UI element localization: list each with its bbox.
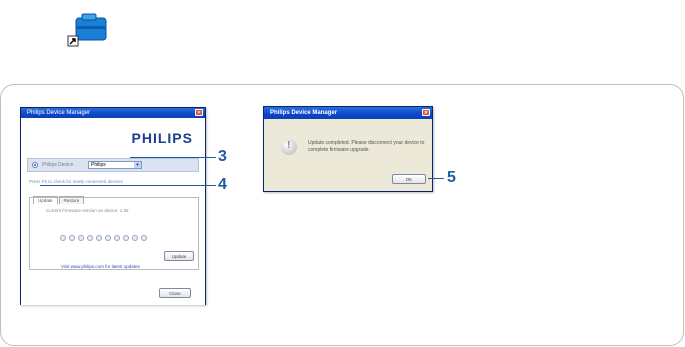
refresh-hint: Press F5 to check for newly connected de…	[29, 179, 123, 184]
update-tab-panel: Current Firmware version on device: 1.58…	[29, 197, 199, 270]
device-row: Philips Device Philips ▼	[27, 158, 199, 172]
callout-5: 5	[447, 169, 456, 186]
update-complete-dialog: Philips Device Manager ✕ Update complete…	[263, 106, 433, 192]
progress-dot	[132, 235, 138, 241]
window-title: Philips Device Manager	[27, 110, 91, 116]
exclamation-info-icon	[281, 139, 297, 155]
ok-button[interactable]: OK	[392, 174, 426, 184]
title-bar: Philips Device Manager ✕	[21, 108, 205, 118]
device-manager-window: Philips Device Manager ✕ PHILIPS Philips…	[20, 107, 206, 305]
progress-dot	[141, 235, 147, 241]
dialog-message: Update completed. Please disconnect your…	[308, 140, 425, 153]
progress-indicators	[60, 228, 150, 246]
device-manager-shortcut-icon[interactable]	[60, 12, 110, 50]
progress-dot	[123, 235, 129, 241]
device-select-value: Philips	[91, 162, 106, 168]
callout-line-4	[40, 185, 216, 186]
close-icon[interactable]: ✕	[195, 109, 203, 116]
callout-3: 3	[218, 148, 227, 165]
philips-website-link[interactable]: Visit www.philips.com for latest updates	[61, 264, 140, 269]
dialog-title-bar: Philips Device Manager ✕	[264, 107, 432, 119]
callout-4: 4	[218, 176, 227, 193]
callout-line-5	[428, 178, 444, 179]
brand-logo: PHILIPS	[131, 130, 193, 146]
chevron-down-icon[interactable]: ▼	[134, 162, 141, 168]
dialog-title: Philips Device Manager	[270, 110, 338, 116]
close-icon[interactable]: ✕	[422, 109, 430, 116]
progress-dot	[87, 235, 93, 241]
update-button[interactable]: Update	[164, 251, 194, 261]
device-radio[interactable]	[32, 162, 38, 168]
close-button[interactable]: Close	[159, 288, 191, 298]
device-select[interactable]: Philips ▼	[88, 161, 142, 169]
progress-dot	[69, 235, 75, 241]
progress-dot	[114, 235, 120, 241]
progress-dot	[78, 235, 84, 241]
progress-dot	[105, 235, 111, 241]
progress-dot	[96, 235, 102, 241]
window-body: PHILIPS Philips Device Philips ▼ Press F…	[21, 118, 205, 305]
device-label: Philips Device	[42, 162, 74, 168]
progress-dot	[60, 235, 66, 241]
callout-line-3	[130, 157, 216, 158]
firmware-version-text: Current Firmware version on device: 1.58	[46, 208, 129, 213]
